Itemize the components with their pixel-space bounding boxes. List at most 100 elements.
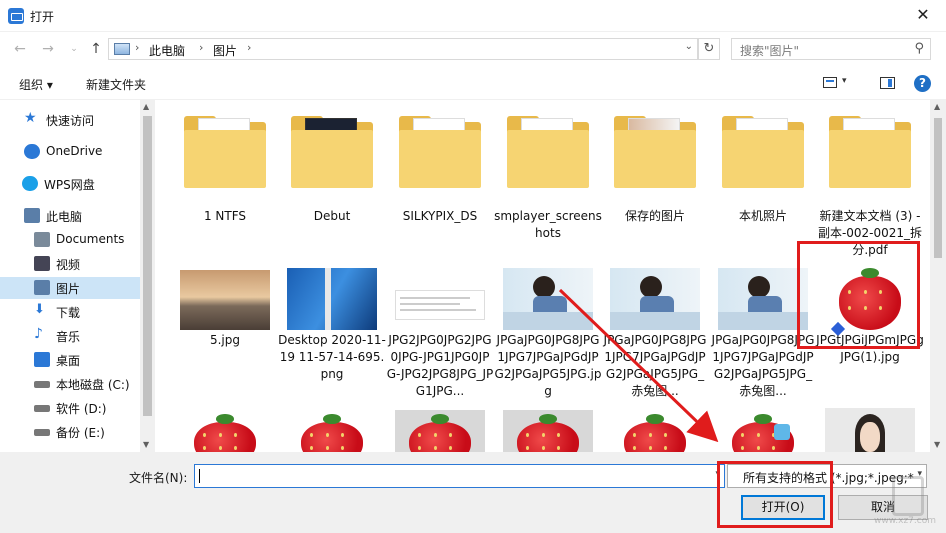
drive-icon [34, 429, 50, 436]
file-name-label: Debut [313, 209, 351, 223]
address-input[interactable]: › 此电脑 › 图片 › ⌄ [108, 38, 698, 60]
sidebar-item[interactable]: 桌面 [0, 349, 140, 371]
scrollbar-thumb[interactable] [934, 118, 942, 258]
image-file-item[interactable]: JPGaJPG0JPG8JPG1JPG7JPGaJPGdJPG2JPGaJPG5… [494, 256, 602, 406]
search-placeholder: 搜索"图片" [740, 44, 800, 58]
folder-item[interactable]: smplayer_screenshots [494, 104, 602, 254]
drive-icon [34, 381, 50, 388]
sidebar-item-label: 音乐 [56, 330, 81, 344]
sidebar-item[interactable]: 视频 [0, 253, 140, 275]
folder-icon [722, 116, 804, 188]
window-title: 打开 [30, 10, 55, 24]
close-button[interactable]: ✕ [900, 0, 946, 32]
scroll-up-icon[interactable]: ▲ [143, 102, 149, 111]
sidebar-item-label: 本地磁盘 (C:) [56, 378, 130, 392]
folder-item[interactable]: 本机照片 [709, 104, 817, 254]
sidebar-item[interactable]: ♪ 音乐 [0, 325, 140, 347]
breadcrumb-separator-icon[interactable]: › [135, 41, 139, 54]
breadcrumb-separator-icon[interactable]: › [247, 41, 251, 54]
image-file-item[interactable] [709, 408, 817, 452]
image-thumbnail [180, 270, 270, 330]
address-dropdown-icon[interactable]: ⌄ [685, 41, 693, 52]
view-dropdown-icon[interactable]: ▾ [842, 76, 847, 86]
preview-pane-icon[interactable] [880, 77, 895, 89]
organize-menu[interactable]: 组织 ▾ [19, 76, 53, 93]
folder-item[interactable]: 保存的图片 [601, 104, 709, 254]
image-file-item[interactable] [601, 408, 709, 452]
image-file-item[interactable]: JPG2JPG0JPG2JPG0JPG-JPG1JPG0JPG-JPG2JPG8… [386, 256, 494, 406]
video-icon [34, 256, 50, 271]
navigation-pane: ★ 快速访问 OneDrive WPS网盘此电脑 Documents 视频图片 ⬇ 下载 ♪ 音乐… [0, 100, 155, 452]
sidebar-item-label: 桌面 [56, 354, 81, 368]
thumbnail [287, 104, 377, 194]
image-file-item[interactable] [386, 408, 494, 452]
address-bar-row: ← → ⌄ ↑ › 此电脑 › 图片 › ⌄ ↻ 搜索"图片" ⚲ [0, 32, 946, 66]
breadcrumb-this-pc[interactable]: 此电脑 [149, 42, 185, 59]
breadcrumb-separator-icon[interactable]: › [199, 41, 203, 54]
file-name-label: 1 NTFS [203, 209, 247, 223]
image-thumbnail [825, 408, 915, 452]
sidebar-item[interactable]: ⬇ 下载 [0, 301, 140, 323]
music-icon: ♪ [34, 326, 43, 342]
sidebar-item[interactable]: Documents [0, 229, 140, 251]
thumbnail [610, 104, 700, 194]
sidebar-item-label: 此电脑 [46, 210, 83, 224]
title-bar: 打开 ✕ [0, 0, 946, 32]
folder-icon [184, 116, 266, 188]
new-folder-button[interactable]: 新建文件夹 [86, 76, 146, 93]
image-file-item[interactable] [278, 408, 386, 452]
help-icon[interactable]: ? [914, 75, 931, 92]
image-thumbnail [395, 290, 485, 320]
scrollbar-thumb[interactable] [143, 116, 152, 416]
folder-item[interactable]: Debut [278, 104, 386, 254]
image-file-item[interactable]: JPGtJPGiJPGmJPGgJPG(1).jpg [816, 256, 924, 406]
folder-item[interactable]: 1 NTFS [171, 104, 279, 254]
file-name-label: JPGtJPGiJPGmJPGgJPG(1).jpg [816, 333, 924, 364]
refresh-button[interactable]: ↻ [698, 38, 720, 60]
sidebar-item[interactable]: 软件 (D:) [0, 397, 140, 419]
sidebar-item[interactable]: 本地磁盘 (C:) [0, 373, 140, 395]
sidebar-item[interactable]: 图片 [0, 277, 140, 299]
sidebar-item[interactable]: ★ 快速访问 [0, 109, 140, 131]
forward-arrow-icon[interactable]: → [38, 40, 58, 58]
folder-item[interactable]: SILKYPIX_DS [386, 104, 494, 254]
sidebar-item[interactable]: OneDrive [0, 141, 140, 163]
recent-locations-chevron-icon[interactable]: ⌄ [64, 40, 84, 58]
scroll-down-icon[interactable]: ▼ [934, 440, 940, 449]
image-thumbnail [287, 410, 377, 452]
image-file-item[interactable]: Desktop 2020-11-19 11-57-14-695.png [278, 256, 386, 406]
sidebar-item-label: 视频 [56, 258, 81, 272]
sidebar-item[interactable]: WPS网盘 [0, 173, 140, 195]
sidebar-item-label: 快速访问 [46, 114, 95, 128]
image-file-item[interactable] [494, 408, 602, 452]
up-arrow-icon[interactable]: ↑ [86, 40, 106, 58]
change-view-icon[interactable] [823, 77, 837, 88]
open-button[interactable]: 打开(O) [741, 495, 825, 520]
file-list: 1 NTFS Debut SILKYPIX_DS smplayer_screensho… [155, 100, 930, 452]
folder-item[interactable]: 新建文本文档 (3) - 副本-002-0021_拆分.pdf [816, 104, 924, 257]
watermark-text: www.xz7.com [874, 516, 936, 526]
image-file-item[interactable]: JPGaJPG0JPG8JPG1JPG7JPGaJPGdJPG2JPGaJPG5… [709, 256, 817, 406]
scroll-down-icon[interactable]: ▼ [143, 440, 149, 449]
breadcrumb-pictures[interactable]: 图片 [213, 42, 237, 59]
filename-label: 文件名(N): [129, 471, 188, 485]
filename-input[interactable]: ▾ [194, 464, 725, 488]
back-arrow-icon[interactable]: ← [10, 40, 30, 58]
search-input[interactable]: 搜索"图片" ⚲ [731, 38, 931, 60]
image-file-item[interactable]: JPGaJPG0JPG8JPG1JPG7JPGaJPGdJPG2JPGaJPG5… [601, 256, 709, 406]
file-list-scrollbar[interactable]: ▲ ▼ [930, 100, 946, 452]
filename-dropdown-icon[interactable]: ▾ [715, 469, 720, 479]
file-name-label: 5.jpg [209, 333, 241, 347]
file-name-label: 新建文本文档 (3) - 副本-002-0021_拆分.pdf [817, 209, 923, 257]
navigation-scrollbar[interactable]: ▲ ▼ [140, 100, 155, 452]
image-file-item[interactable] [171, 408, 279, 452]
desktop-icon [34, 352, 50, 367]
sidebar-item[interactable]: 此电脑 [0, 205, 140, 227]
scroll-up-icon[interactable]: ▲ [934, 102, 940, 111]
image-file-item[interactable]: 5.jpg [171, 256, 279, 406]
sidebar-item[interactable]: 备份 (E:) [0, 421, 140, 443]
watermark-logo: www.xz7.com [872, 476, 938, 528]
image-file-item[interactable] [816, 408, 924, 452]
file-name-label: JPGaJPG0JPG8JPG1JPG7JPGaJPGdJPG2JPGaJPG5… [494, 333, 602, 398]
sidebar-item-label: 下载 [56, 306, 81, 320]
